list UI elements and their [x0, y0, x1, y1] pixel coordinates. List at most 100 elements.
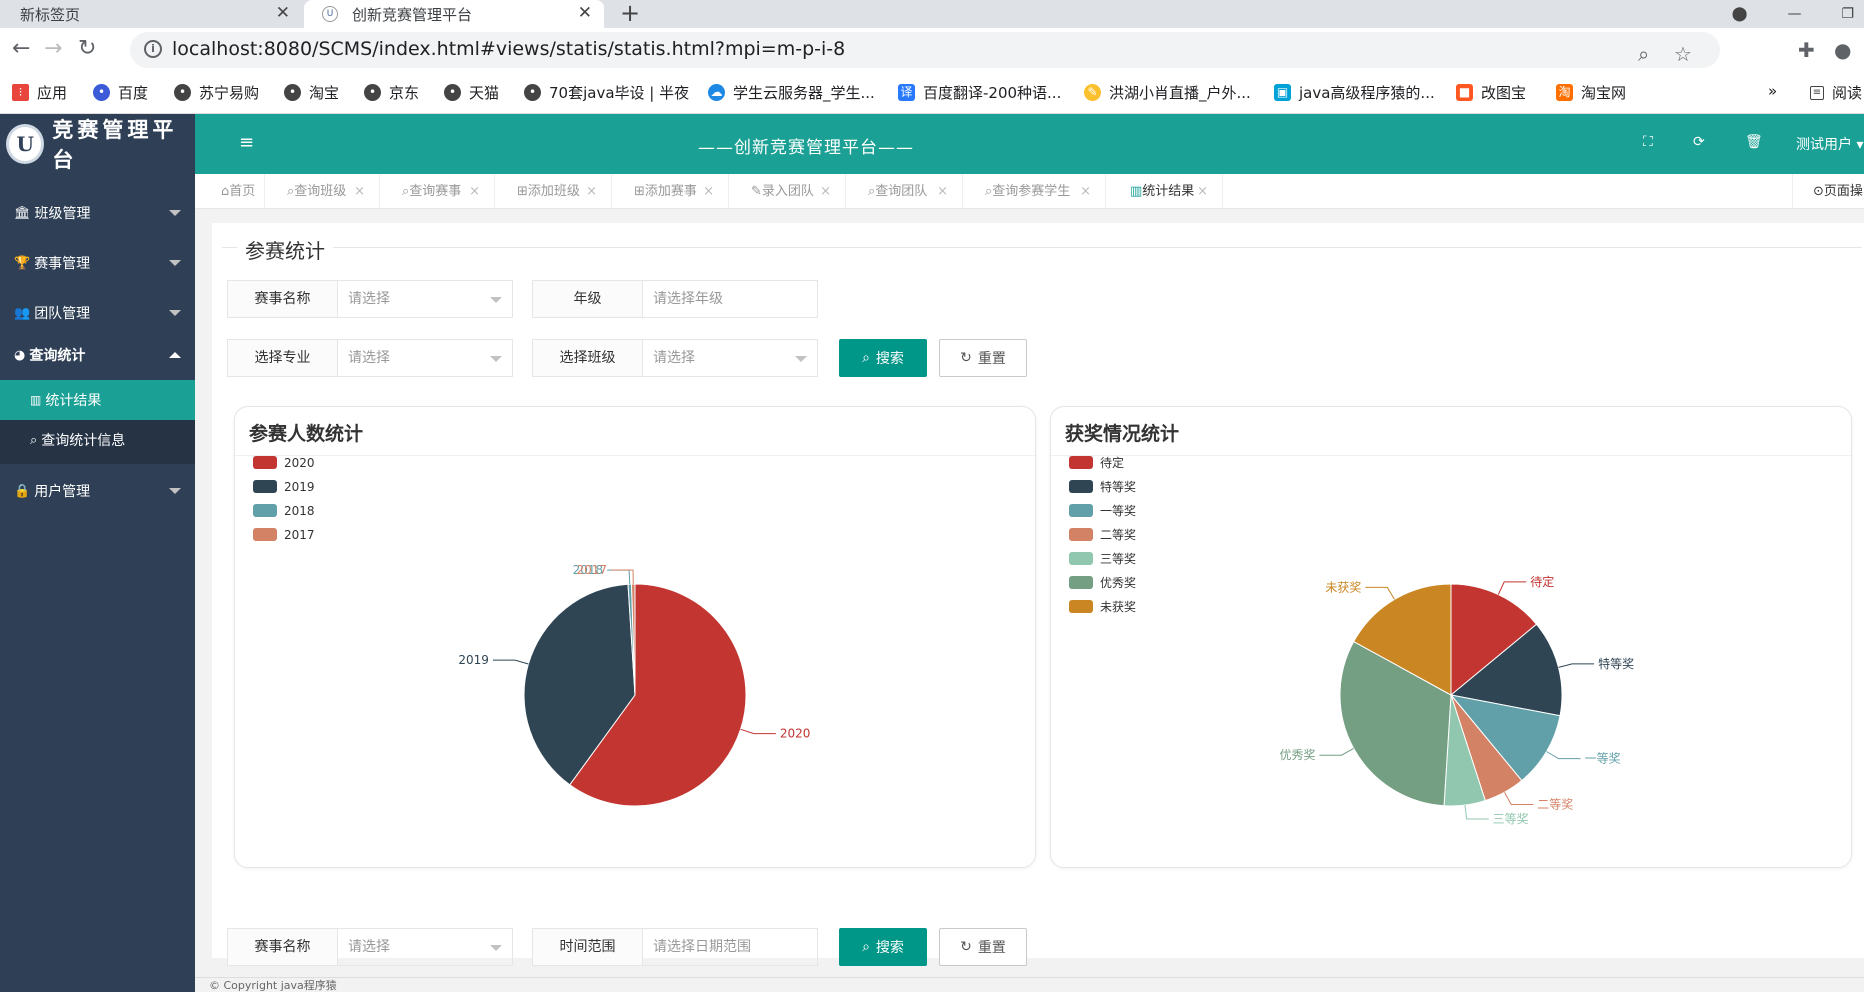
bookmark-taobao-web[interactable]: 淘淘宝网	[1556, 82, 1626, 103]
search-button-2[interactable]: ⌕ 搜索	[839, 928, 927, 966]
legend-swatch[interactable]	[253, 528, 277, 541]
search-button[interactable]: ⌕ 搜索	[839, 339, 927, 377]
contest-select-2[interactable]: 赛事名称 请选择	[227, 928, 513, 966]
close-icon[interactable]: ×	[1197, 174, 1208, 209]
close-icon[interactable]: ×	[469, 174, 480, 209]
bookmark-tmall[interactable]: • 天猫	[444, 82, 499, 103]
legend-swatch[interactable]	[1069, 576, 1093, 589]
close-icon[interactable]: ×	[1080, 174, 1091, 209]
legend-label[interactable]: 2019	[284, 480, 315, 494]
bookmark-baidu-translate[interactable]: 译百度翻译-200种语...	[898, 82, 1061, 103]
bookmark-student-cloud[interactable]: ☁ 学生云服务器_学生...	[708, 82, 875, 103]
legend-swatch[interactable]	[1069, 528, 1093, 541]
close-tab-icon[interactable]: ✕	[276, 3, 290, 23]
url-bar[interactable]: i localhost:8080/SCMS/index.html#views/s…	[130, 32, 1720, 68]
profile-dropdown-icon[interactable]: ⬤	[1732, 6, 1748, 22]
bookmark-gaitubao[interactable]: ■ 改图宝	[1456, 82, 1526, 103]
refresh-icon[interactable]: ⟳	[1693, 134, 1705, 150]
legend-label[interactable]: 三等奖	[1100, 552, 1136, 566]
grade-input[interactable]: 年级 请选择年级	[532, 280, 818, 318]
sidebar-subitem-query-stats[interactable]: ⌕ 查询统计信息	[0, 420, 195, 460]
contest-select[interactable]: 赛事名称 请选择	[227, 280, 513, 318]
close-icon[interactable]: ×	[820, 174, 831, 209]
field-value[interactable]: 请选择年级	[643, 281, 817, 317]
tab-enter-team[interactable]: ✎录入团队 ×	[729, 174, 846, 209]
legend-label[interactable]: 未获奖	[1100, 600, 1136, 614]
bookmark-jd[interactable]: • 京东	[364, 82, 419, 103]
legend-swatch[interactable]	[253, 504, 277, 517]
close-icon[interactable]: ×	[586, 174, 597, 209]
minimize-icon[interactable]: —	[1787, 6, 1801, 22]
browser-tab-new[interactable]: 新标签页 ✕	[0, 0, 302, 28]
url-text[interactable]: localhost:8080/SCMS/index.html#views/sta…	[172, 38, 845, 60]
tab-statistics-results[interactable]: ▥统计结果 ×	[1106, 174, 1223, 209]
bookmark-apps[interactable]: ⁝ 应用	[12, 82, 67, 103]
sidebar-item-statistics[interactable]: ◕ 查询统计	[0, 330, 195, 380]
bookmark-taobao[interactable]: • 淘宝	[284, 82, 339, 103]
tab-query-team[interactable]: ⌕查询团队 ×	[846, 174, 963, 209]
menu-toggle-icon[interactable]: ≡	[239, 132, 254, 153]
bookmark-bilibili[interactable]: ▣ java高级程序猿的...	[1274, 82, 1435, 103]
field-value[interactable]: 请选择	[643, 340, 817, 376]
tab-home[interactable]: ⌂首页	[195, 174, 265, 209]
legend-swatch[interactable]	[1069, 600, 1093, 613]
legend-label[interactable]: 二等奖	[1100, 528, 1136, 542]
back-icon[interactable]: ←	[12, 36, 30, 61]
extensions-icon[interactable]: ✚	[1798, 38, 1815, 62]
legend-label[interactable]: 一等奖	[1100, 504, 1136, 518]
close-icon[interactable]: ×	[703, 174, 714, 209]
field-value[interactable]: 请选择	[338, 340, 512, 376]
legend-label[interactable]: 2020	[284, 456, 315, 470]
reset-button-2[interactable]: ↻ 重置	[939, 928, 1027, 966]
bookmarks-overflow-button[interactable]: »	[1768, 82, 1777, 100]
sidebar-item-user[interactable]: 🔒 用户管理	[0, 466, 195, 516]
field-value[interactable]: 请选择	[338, 929, 512, 965]
legend-swatch[interactable]	[1069, 504, 1093, 517]
sidebar-item-class[interactable]: 🏛 班级管理	[0, 188, 195, 238]
legend-label[interactable]: 2017	[284, 528, 315, 542]
user-menu[interactable]: 测试用户 ▾	[1796, 134, 1863, 154]
legend-swatch[interactable]	[253, 480, 277, 493]
legend-swatch[interactable]	[1069, 480, 1093, 493]
close-icon[interactable]: ×	[354, 174, 365, 209]
major-select[interactable]: 选择专业 请选择	[227, 339, 513, 377]
legend-label[interactable]: 优秀奖	[1100, 576, 1136, 590]
bookmark-suning[interactable]: • 苏宁易购	[174, 82, 259, 103]
reset-button[interactable]: ↻ 重置	[939, 339, 1027, 377]
tab-query-class[interactable]: ⌕查询班级 ×	[265, 174, 380, 209]
page-operations-button[interactable]: ⊙页面操	[1792, 174, 1864, 209]
close-icon[interactable]: ×	[937, 174, 948, 209]
field-value[interactable]: 请选择	[338, 281, 512, 317]
legend-swatch[interactable]	[1069, 552, 1093, 565]
legend-label[interactable]: 2018	[284, 504, 315, 518]
bookmark-live-stream[interactable]: ✎ 洪湖小肖直播_户外...	[1084, 82, 1251, 103]
class-select[interactable]: 选择班级 请选择	[532, 339, 818, 377]
legend-swatch[interactable]	[253, 456, 277, 469]
sidebar-subitem-results[interactable]: ▥ 统计结果	[0, 380, 195, 420]
field-value[interactable]: 请选择日期范围	[643, 929, 817, 965]
legend-label[interactable]: 待定	[1100, 455, 1124, 470]
sidebar-item-contest[interactable]: 🏆 赛事管理	[0, 238, 195, 288]
tab-query-students[interactable]: ⌕查询参赛学生 ×	[963, 174, 1106, 209]
new-tab-button[interactable]: +	[620, 0, 640, 26]
time-range-input[interactable]: 时间范围 请选择日期范围	[532, 928, 818, 966]
bookmark-star-icon[interactable]: ☆	[1674, 42, 1692, 66]
legend-swatch[interactable]	[1069, 456, 1093, 469]
reload-icon[interactable]: ↻	[78, 36, 96, 61]
browser-tab-active[interactable]: U 创新竞赛管理平台 ✕	[304, 0, 604, 28]
legend-label[interactable]: 特等奖	[1100, 479, 1136, 494]
trash-icon[interactable]: 🗑	[1745, 134, 1763, 150]
tab-add-contest[interactable]: ⊞添加赛事 ×	[612, 174, 729, 209]
close-tab-icon[interactable]: ✕	[578, 3, 592, 23]
bookmark-java-projects[interactable]: • 70套java毕设 | 半夜	[524, 82, 689, 103]
tab-add-class[interactable]: ⊞添加班级 ×	[495, 174, 612, 209]
reading-list-button[interactable]: ≡ 阅读	[1810, 82, 1862, 103]
restore-icon[interactable]: ❐	[1841, 6, 1854, 22]
fullscreen-icon[interactable]: ⛶	[1643, 134, 1653, 150]
forward-icon[interactable]: →	[44, 36, 62, 61]
zoom-icon[interactable]: ⌕	[1638, 42, 1649, 66]
bookmark-baidu[interactable]: • 百度	[93, 82, 148, 103]
site-info-icon[interactable]: i	[144, 40, 162, 58]
profile-icon[interactable]: ●	[1834, 38, 1851, 62]
tab-query-contest[interactable]: ⌕查询赛事 ×	[380, 174, 495, 209]
